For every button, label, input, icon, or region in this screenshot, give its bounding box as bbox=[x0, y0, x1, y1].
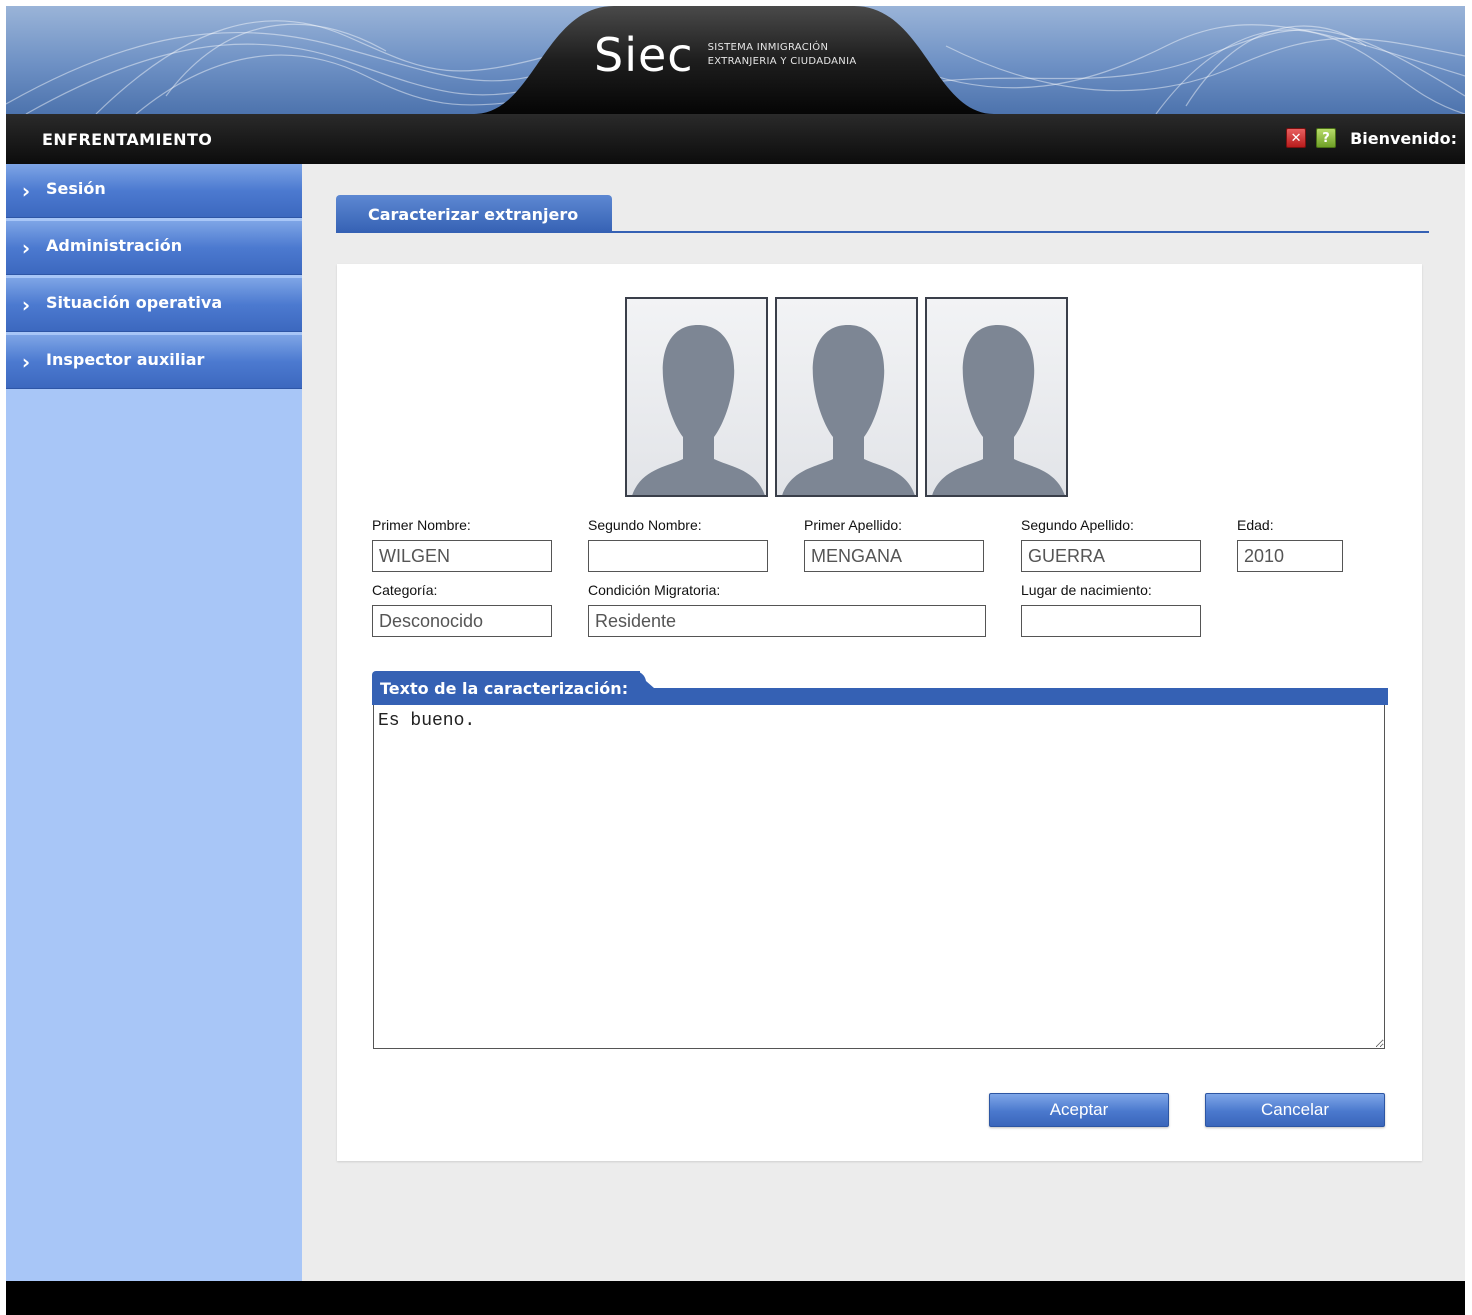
cancel-button[interactable]: Cancelar bbox=[1205, 1093, 1385, 1127]
logo-subtitle: SISTEMA INMIGRACIÓN EXTRANJERIA Y CIUDAD… bbox=[708, 41, 857, 69]
header-tools: ✕ ? Bienvenido: bbox=[1286, 128, 1457, 148]
sidebar: › Sesión › Administración › Situación op… bbox=[6, 164, 302, 1286]
primer-nombre-label: Primer Nombre: bbox=[372, 517, 471, 533]
description-header-bar bbox=[640, 688, 1388, 705]
header-banner: Siec SISTEMA INMIGRACIÓN EXTRANJERIA Y C… bbox=[6, 6, 1465, 114]
welcome-text: Bienvenido: bbox=[1350, 128, 1457, 148]
logo-subtitle-line1: SISTEMA INMIGRACIÓN bbox=[707, 42, 829, 53]
sidebar-item-inspector-auxiliar[interactable]: › Inspector auxiliar bbox=[6, 335, 302, 389]
description-textarea[interactable]: Es bueno. bbox=[373, 705, 1385, 1049]
lugar-nacimiento-field[interactable] bbox=[1021, 605, 1201, 637]
app-logo: Siec SISTEMA INMIGRACIÓN EXTRANJERIA Y C… bbox=[594, 20, 914, 90]
logo-subtitle-line2: EXTRANJERIA Y CIUDADANIA bbox=[707, 56, 857, 67]
sidebar-item-label: Situación operativa bbox=[46, 293, 223, 312]
segundo-nombre-label: Segundo Nombre: bbox=[588, 517, 702, 533]
photo-slot-3[interactable] bbox=[925, 297, 1068, 497]
title-bar: ENFRENTAMIENTO ✕ ? Bienvenido: bbox=[6, 114, 1465, 164]
description-header: Texto de la caracterización: bbox=[372, 671, 1388, 705]
person-placeholder-icon bbox=[632, 325, 765, 495]
condicion-migratoria-label: Condición Migratoria: bbox=[588, 582, 721, 598]
photo-slot-2[interactable] bbox=[775, 297, 918, 497]
sidebar-item-label: Inspector auxiliar bbox=[46, 350, 205, 369]
tab-caracterizar-extranjero[interactable]: Caracterizar extranjero bbox=[336, 195, 612, 233]
description-label: Texto de la caracterización: bbox=[372, 671, 640, 705]
edad-field[interactable] bbox=[1237, 540, 1343, 572]
sidebar-item-label: Administración bbox=[46, 236, 183, 255]
app-window: Siec SISTEMA INMIGRACIÓN EXTRANJERIA Y C… bbox=[6, 6, 1465, 1315]
categoria-label: Categoría: bbox=[372, 582, 438, 598]
close-icon[interactable]: ✕ bbox=[1286, 128, 1307, 148]
form-panel: Primer Nombre: Segundo Nombre: Primer Ap… bbox=[337, 264, 1422, 1161]
main-content: Caracterizar extranjero Primer Nombre: W… bbox=[302, 164, 1465, 1286]
logo-wordmark: Siec bbox=[594, 28, 694, 82]
edad-label: Edad: bbox=[1237, 517, 1274, 533]
tab-underline bbox=[336, 231, 1429, 233]
person-placeholder-icon bbox=[932, 325, 1065, 495]
help-icon[interactable]: ? bbox=[1316, 128, 1337, 148]
sidebar-item-administracion[interactable]: › Administración bbox=[6, 221, 302, 275]
segundo-apellido-field[interactable] bbox=[1021, 540, 1201, 572]
sidebar-item-sesion[interactable]: › Sesión bbox=[6, 164, 302, 218]
sidebar-item-situacion-operativa[interactable]: › Situación operativa bbox=[6, 278, 302, 332]
person-placeholder-icon bbox=[782, 325, 915, 495]
categoria-field[interactable] bbox=[372, 605, 552, 637]
photo-slot-1[interactable] bbox=[625, 297, 768, 497]
accept-button[interactable]: Aceptar bbox=[989, 1093, 1169, 1127]
lugar-nacimiento-label: Lugar de nacimiento: bbox=[1021, 582, 1152, 598]
chevron-right-icon: › bbox=[21, 235, 31, 260]
sidebar-item-label: Sesión bbox=[46, 179, 106, 198]
chevron-right-icon: › bbox=[21, 349, 31, 374]
primer-apellido-label: Primer Apellido: bbox=[804, 517, 903, 533]
footer-bar bbox=[6, 1281, 1465, 1315]
chevron-right-icon: › bbox=[21, 292, 31, 317]
segundo-apellido-label: Segundo Apellido: bbox=[1021, 517, 1134, 533]
primer-apellido-field[interactable] bbox=[804, 540, 984, 572]
section-title: ENFRENTAMIENTO bbox=[42, 130, 213, 149]
condicion-migratoria-field[interactable] bbox=[588, 605, 986, 637]
chevron-right-icon: › bbox=[21, 178, 31, 203]
primer-nombre-field[interactable] bbox=[372, 540, 552, 572]
segundo-nombre-field[interactable] bbox=[588, 540, 768, 572]
